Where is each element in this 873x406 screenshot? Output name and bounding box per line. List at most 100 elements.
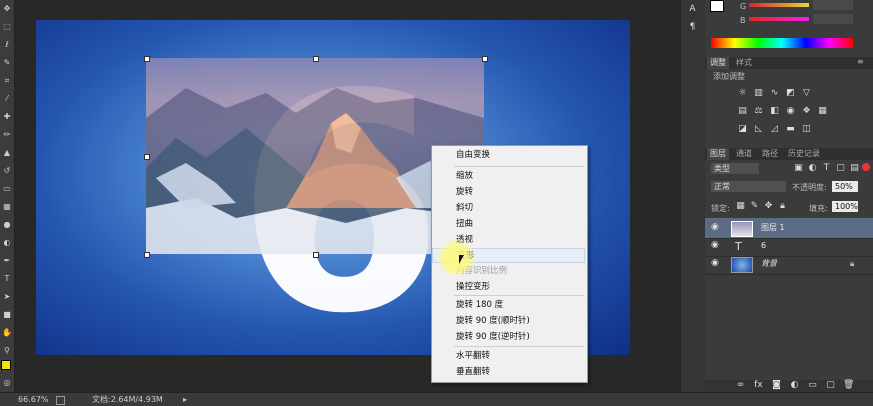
color-g-slider[interactable] <box>749 3 809 7</box>
lock-all-icon[interactable]: 🔒︎ <box>777 201 788 212</box>
fill-input[interactable]: 100% <box>832 201 858 212</box>
color-balance-icon[interactable]: ⚖ <box>753 106 764 117</box>
quick-mask-icon[interactable]: ◎ <box>2 378 12 388</box>
menu-item-scale[interactable]: 缩放 <box>432 169 585 184</box>
color-lookup-icon[interactable]: ▦ <box>817 106 828 117</box>
menu-item-rotate[interactable]: 旋转 <box>432 185 585 200</box>
foreground-color-swatch[interactable] <box>1 360 11 370</box>
zoom-icon[interactable]: ⚲ <box>2 346 12 356</box>
photo-filter-icon[interactable]: ◉ <box>785 106 796 117</box>
selective-color-icon[interactable]: ◫ <box>801 124 812 135</box>
move-icon[interactable]: ✥ <box>2 4 12 14</box>
lock-pixels-icon[interactable]: ✎ <box>749 201 760 212</box>
menu-item-flip-vertical[interactable]: 垂直翻转 <box>432 365 585 380</box>
filter-type-icon[interactable]: T <box>821 163 832 174</box>
brush-icon[interactable]: ✏ <box>2 130 12 140</box>
menu-item-free-transform[interactable]: 自由变换 <box>432 148 585 163</box>
clone-stamp-icon[interactable]: ▲ <box>2 148 12 158</box>
filter-shape-icon[interactable]: ▢ <box>835 163 846 174</box>
delete-layer-icon[interactable]: 🗑︎ <box>843 380 854 391</box>
gradient-map-icon[interactable]: ▬ <box>785 124 796 135</box>
history-brush-icon[interactable]: ↺ <box>2 166 12 176</box>
blur-icon[interactable]: ● <box>2 220 12 230</box>
tab-adjustments[interactable]: 调整 <box>707 57 729 69</box>
channel-mixer-icon[interactable]: ❖ <box>801 106 812 117</box>
layer-style-icon[interactable]: fx <box>753 380 764 391</box>
eyedropper-icon[interactable]: ⁄ <box>2 94 12 104</box>
layer-row-background[interactable]: ◉ 背景 🔒︎ <box>705 254 873 275</box>
filter-toggle-icon[interactable] <box>862 163 870 171</box>
tab-paths[interactable]: 路径 <box>759 148 781 160</box>
layer-mask-icon[interactable]: ◙ <box>771 380 782 391</box>
tab-history[interactable]: 历史记录 <box>785 148 823 160</box>
filter-smart-icon[interactable]: ▤ <box>849 163 860 174</box>
marquee-icon[interactable]: ⬚ <box>2 22 12 32</box>
paragraph-panel-icon[interactable]: ¶ <box>687 22 698 33</box>
brightness-icon[interactable]: ☼ <box>737 88 748 99</box>
menu-item-rotate-90-ccw[interactable]: 旋转 90 度(逆时针) <box>432 330 585 345</box>
adjustment-layer-icon[interactable]: ◐ <box>789 380 800 391</box>
black-white-icon[interactable]: ◧ <box>769 106 780 117</box>
invert-icon[interactable]: ◪ <box>737 124 748 135</box>
exposure-icon[interactable]: ◩ <box>785 88 796 99</box>
filter-adjust-icon[interactable]: ◐ <box>807 163 818 174</box>
layer-name[interactable]: 6 <box>761 236 766 256</box>
tab-layers[interactable]: 图层 <box>707 148 729 160</box>
tab-channels[interactable]: 通道 <box>733 148 755 160</box>
quick-select-icon[interactable]: ✎ <box>2 58 12 68</box>
transform-handle-bottom-left[interactable] <box>144 252 150 258</box>
color-b-slider[interactable] <box>749 17 809 21</box>
menu-item-puppet-warp[interactable]: 操控变形 <box>432 280 585 295</box>
color-b-field[interactable] <box>813 14 853 24</box>
lasso-icon[interactable]: ℓ <box>2 40 12 50</box>
status-arrow-icon[interactable]: ▸ <box>183 393 187 406</box>
color-g-field[interactable] <box>813 0 853 10</box>
lock-transparent-icon[interactable]: ▦ <box>735 201 746 212</box>
status-info-icon[interactable] <box>56 396 65 405</box>
transform-handle-top-left[interactable] <box>144 56 150 62</box>
curves-icon[interactable]: ∿ <box>769 88 780 99</box>
tab-styles[interactable]: 样式 <box>733 57 755 69</box>
new-group-icon[interactable]: ▭ <box>807 380 818 391</box>
visibility-eye-icon[interactable]: ◉ <box>711 222 721 232</box>
menu-item-rotate-180[interactable]: 旋转 180 度 <box>432 298 585 313</box>
transform-handle-bottom[interactable] <box>313 252 319 258</box>
menu-item-distort[interactable]: 扭曲 <box>432 217 585 232</box>
gradient-icon[interactable]: ▦ <box>2 202 12 212</box>
transform-handle-top[interactable] <box>313 56 319 62</box>
menu-item-rotate-90-cw[interactable]: 旋转 90 度(顺时针) <box>432 314 585 329</box>
transform-handle-top-right[interactable] <box>482 56 488 62</box>
hue-saturation-icon[interactable]: ▤ <box>737 106 748 117</box>
shape-icon[interactable]: ■ <box>2 310 12 320</box>
threshold-icon[interactable]: ◿ <box>769 124 780 135</box>
dodge-icon[interactable]: ◐ <box>2 238 12 248</box>
character-panel-icon[interactable]: A <box>687 4 698 15</box>
color-swatch[interactable] <box>710 0 724 12</box>
pen-icon[interactable]: ✒ <box>2 256 12 266</box>
layer-filter-kind[interactable]: 类型 <box>711 163 759 174</box>
eraser-icon[interactable]: ▭ <box>2 184 12 194</box>
path-select-icon[interactable]: ➤ <box>2 292 12 302</box>
lock-position-icon[interactable]: ✥ <box>763 201 774 212</box>
visibility-eye-icon[interactable]: ◉ <box>711 258 721 268</box>
levels-icon[interactable]: ▥ <box>753 88 764 99</box>
new-layer-icon[interactable]: ▢ <box>825 380 836 391</box>
crop-icon[interactable]: ⌗ <box>2 76 12 86</box>
menu-item-flip-horizontal[interactable]: 水平翻转 <box>432 349 585 364</box>
layer-name[interactable]: 背景 <box>761 254 777 274</box>
filter-pixel-icon[interactable]: ▣ <box>793 163 804 174</box>
blend-mode-select[interactable]: 正常 <box>711 181 786 192</box>
visibility-eye-icon[interactable]: ◉ <box>711 240 721 250</box>
healing-icon[interactable]: ✚ <box>2 112 12 122</box>
link-layers-icon[interactable]: ∞ <box>735 380 746 391</box>
transform-handle-left[interactable] <box>144 154 150 160</box>
panel-menu-icon[interactable]: ≡ <box>857 57 864 66</box>
hand-icon[interactable]: ✋ <box>2 328 12 338</box>
posterize-icon[interactable]: ◺ <box>753 124 764 135</box>
color-spectrum-bar[interactable] <box>711 38 853 48</box>
vibrance-icon[interactable]: ▽ <box>801 88 812 99</box>
opacity-input[interactable]: 50% <box>832 181 858 192</box>
menu-item-skew[interactable]: 斜切 <box>432 201 585 216</box>
zoom-level[interactable]: 66.67% <box>18 393 49 406</box>
layer-name[interactable]: 图层 1 <box>761 218 785 238</box>
